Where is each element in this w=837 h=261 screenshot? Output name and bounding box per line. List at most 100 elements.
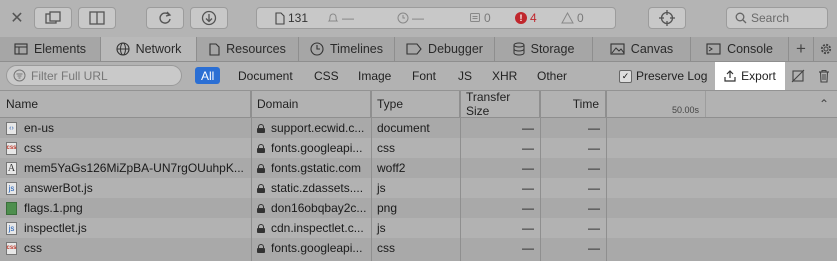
cell-domain: don16obqbay2c... (251, 198, 371, 218)
cell-transfer-size: — (522, 241, 534, 255)
tab-bar: Elements Network Resources Timelines Deb… (0, 37, 837, 62)
logs-count: 0 (469, 8, 491, 28)
cell-transfer-size: — (522, 201, 534, 215)
tab-canvas[interactable]: Canvas (593, 37, 691, 61)
dock-side-button[interactable] (78, 7, 116, 29)
sort-chevron-icon[interactable]: ⌃ (813, 91, 837, 117)
column-divider (371, 91, 372, 261)
cell-transfer-size: — (522, 221, 534, 235)
plus-icon: + (796, 39, 806, 58)
settings-button[interactable] (813, 37, 837, 61)
crosshair-icon (659, 10, 675, 26)
activity-dashboard[interactable]: 131 — — 0 ! 4 0 (256, 7, 616, 29)
main-toolbar: ✕ 131 — — 0 ! 4 0 Search (0, 0, 837, 38)
column-divider (251, 91, 252, 261)
cell-name: css css (0, 138, 251, 158)
filter-all[interactable]: All (195, 67, 221, 84)
doc-file-icon: ‹› (6, 121, 17, 135)
request-name: en-us (24, 121, 55, 135)
preserve-log-checkbox[interactable]: ✓ (619, 69, 632, 83)
cell-domain: cdn.inspectlet.c... (251, 218, 371, 238)
errors-count: ! 4 (515, 8, 537, 28)
filter-css[interactable]: CSS (308, 67, 345, 84)
filter-js[interactable]: JS (452, 67, 478, 84)
cell-name: js answerBot.js (0, 178, 251, 198)
preserve-log-toggle[interactable]: ✓ Preserve Log (619, 67, 707, 85)
cell-name: css css (0, 238, 251, 258)
request-name: css (24, 141, 42, 155)
request-domain: support.ecwid.c... (271, 121, 365, 135)
cell-name: Amem5YaGs126MiZpBA-UN7rgOUuhpK... (0, 158, 251, 178)
lock-icon (257, 223, 265, 233)
column-divider (460, 91, 461, 261)
timelines-icon (310, 42, 324, 56)
lock-icon (257, 243, 265, 253)
column-transfer-size[interactable]: Transfer Size (460, 90, 540, 118)
canvas-icon (610, 43, 625, 55)
filter-font[interactable]: Font (406, 67, 442, 84)
download-button[interactable] (190, 7, 228, 29)
clear-button[interactable] (816, 67, 832, 85)
column-domain[interactable]: Domain (251, 91, 371, 117)
table-row[interactable]: css css fonts.googleapi... css — — (0, 238, 837, 258)
lock-icon (257, 203, 265, 213)
request-list: ‹› en-us support.ecwid.c... document — — css cs… (0, 118, 837, 261)
search-field[interactable]: Search (726, 7, 828, 29)
cell-transfer-size: — (522, 141, 534, 155)
gear-icon (820, 43, 831, 55)
tab-storage[interactable]: Storage (495, 37, 593, 61)
tab-console[interactable]: Console (691, 37, 789, 61)
lock-icon (257, 183, 265, 193)
tab-resources[interactable]: Resources (197, 37, 299, 61)
column-type[interactable]: Type (371, 91, 460, 117)
table-row[interactable]: Amem5YaGs126MiZpBA-UN7rgOUuhpK... fonts.g… (0, 158, 837, 178)
tab-timelines[interactable]: Timelines (299, 37, 395, 61)
new-tab-button[interactable]: + (789, 37, 813, 61)
issues-count: 0 (561, 8, 584, 28)
request-name: inspectlet.js (24, 221, 87, 235)
export-button[interactable]: Export (715, 62, 785, 90)
bell-count: — (327, 8, 354, 28)
cell-transfer-size: — (522, 161, 534, 175)
network-icon (116, 42, 130, 56)
reload-button[interactable] (146, 7, 184, 29)
table-row[interactable]: js answerBot.js static.zdassets.... js — — (0, 178, 837, 198)
clear-on-reload-button[interactable] (790, 67, 806, 85)
cell-transfer-size: — (522, 121, 534, 135)
filter-image[interactable]: Image (352, 67, 397, 84)
table-row[interactable]: css css fonts.googleapi... css — — (0, 138, 837, 158)
column-divider (540, 91, 541, 261)
clock-icon (397, 12, 409, 24)
cell-type: css (377, 141, 395, 155)
cell-time: — (588, 221, 600, 235)
table-row[interactable]: flags.1.png don16obqbay2c... png — — (0, 198, 837, 218)
detach-window-button[interactable] (34, 7, 72, 29)
cell-type: js (377, 181, 386, 195)
tab-debugger[interactable]: Debugger (395, 37, 495, 61)
filter-url-input[interactable]: Filter Full URL (6, 65, 182, 86)
cell-domain: static.zdassets.... (251, 178, 371, 198)
tab-elements[interactable]: Elements (0, 37, 101, 61)
filter-xhr[interactable]: XHR (486, 67, 523, 84)
log-icon (470, 13, 480, 22)
cell-type: document (377, 121, 430, 135)
request-domain: cdn.inspectlet.c... (271, 221, 364, 235)
cell-time: — (588, 181, 600, 195)
tab-network[interactable]: Network (101, 37, 197, 61)
cell-domain: fonts.googleapi... (251, 138, 371, 158)
inspect-element-button[interactable] (648, 7, 686, 29)
cell-time: — (588, 201, 600, 215)
filter-other[interactable]: Other (531, 67, 573, 84)
table-row[interactable]: js inspectlet.js cdn.inspectlet.c... js — — (0, 218, 837, 238)
cell-time: — (588, 161, 600, 175)
column-time[interactable]: Time (540, 91, 606, 117)
search-icon (735, 12, 747, 24)
column-name[interactable]: Name (0, 91, 251, 117)
filter-document[interactable]: Document (232, 67, 299, 84)
table-header: Name Domain Type Transfer Size Time 50.0… (0, 90, 837, 118)
request-name: answerBot.js (24, 181, 93, 195)
close-icon[interactable]: ✕ (8, 9, 26, 27)
timeline-marker: 50.00s (606, 91, 706, 117)
table-row[interactable]: ‹› en-us support.ecwid.c... document — — (0, 118, 837, 138)
request-domain: don16obqbay2c... (271, 201, 367, 215)
